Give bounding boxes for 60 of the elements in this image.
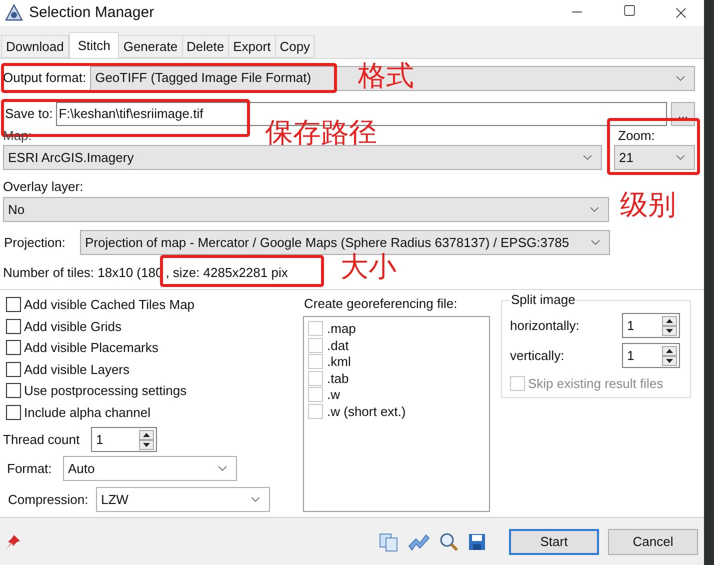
field-label: Compression: (8, 490, 90, 509)
spin-field[interactable]: 1 (622, 343, 680, 368)
checkbox-label: .kml (327, 353, 351, 371)
window-title: Selection Manager (29, 2, 154, 23)
cancel-button[interactable]: Cancel (608, 528, 698, 554)
checkbox[interactable] (6, 340, 21, 356)
tab[interactable]: Delete (182, 35, 230, 58)
start-button[interactable]: Start (509, 528, 599, 554)
tab[interactable]: Export (228, 35, 276, 58)
app-logo-icon (5, 4, 23, 22)
field-label: Save to: (5, 105, 53, 124)
checkbox[interactable] (6, 404, 21, 420)
image-size: , size: 4285x2281 pix (166, 265, 288, 280)
group-title: Split image (510, 292, 576, 308)
compression-select[interactable]: LZW (96, 487, 270, 512)
spin-arrows-icon (662, 346, 677, 366)
save-icon[interactable] (468, 532, 486, 550)
checkbox-label: .w (short ext.) (327, 402, 406, 421)
checkbox[interactable] (6, 362, 21, 377)
tab[interactable]: Copy (274, 35, 316, 58)
zoom-icon[interactable] (439, 532, 459, 552)
spin-arrows-icon (662, 316, 677, 336)
field-label: Zoom: (618, 128, 656, 143)
checkbox[interactable] (6, 383, 21, 398)
field-label: vertically: (510, 346, 564, 365)
checkbox-label: Include alpha channel (24, 404, 150, 422)
field-label: Output format: (3, 69, 86, 88)
field-label: horizontally: (510, 316, 580, 335)
field-label: Format: (7, 460, 53, 478)
tab[interactable]: Download (1, 35, 69, 58)
checkbox-label: .dat (327, 336, 349, 354)
annotation-label: 大小 (340, 253, 397, 281)
tab[interactable]: Stitch (68, 32, 120, 58)
map-select[interactable]: ESRI ArcGIS.Imagery (3, 145, 602, 170)
checkbox-label: Add visible Grids (24, 318, 122, 336)
spin-arrows-icon (139, 430, 154, 450)
checkbox-label: .tab (327, 370, 349, 388)
checkbox[interactable] (6, 318, 21, 334)
field-label: Thread count (3, 430, 81, 449)
spin-field[interactable]: 1 (622, 313, 680, 338)
checkbox-label: Use postprocessing settings (24, 382, 187, 400)
zoom-select[interactable]: 21 (614, 145, 695, 170)
checkbox-label: Skip existing result files (528, 375, 664, 393)
checkbox-label: Add visible Cached Tiles Map (24, 296, 195, 314)
annotation-label: 级别 (620, 191, 676, 219)
checkbox-label: Add visible Layers (24, 360, 130, 379)
field-label: Projection: (4, 234, 66, 252)
tab[interactable]: Generate (118, 35, 183, 58)
list-title: Create georeferencing file: (304, 295, 458, 313)
checkbox-label: .map (327, 320, 356, 338)
checkbox-label: .w (327, 386, 340, 404)
ribbon-icon[interactable] (408, 532, 430, 552)
checkbox[interactable] (6, 297, 21, 312)
pin-icon[interactable] (4, 532, 22, 550)
field-label: Overlay layer: (3, 179, 84, 194)
overlay-select[interactable]: No (3, 197, 609, 222)
spin-field[interactable]: 1 (91, 427, 157, 452)
checkbox-label: Add visible Placemarks (24, 339, 158, 357)
format-select[interactable]: Auto (63, 456, 237, 481)
copy-icon[interactable] (379, 532, 399, 552)
